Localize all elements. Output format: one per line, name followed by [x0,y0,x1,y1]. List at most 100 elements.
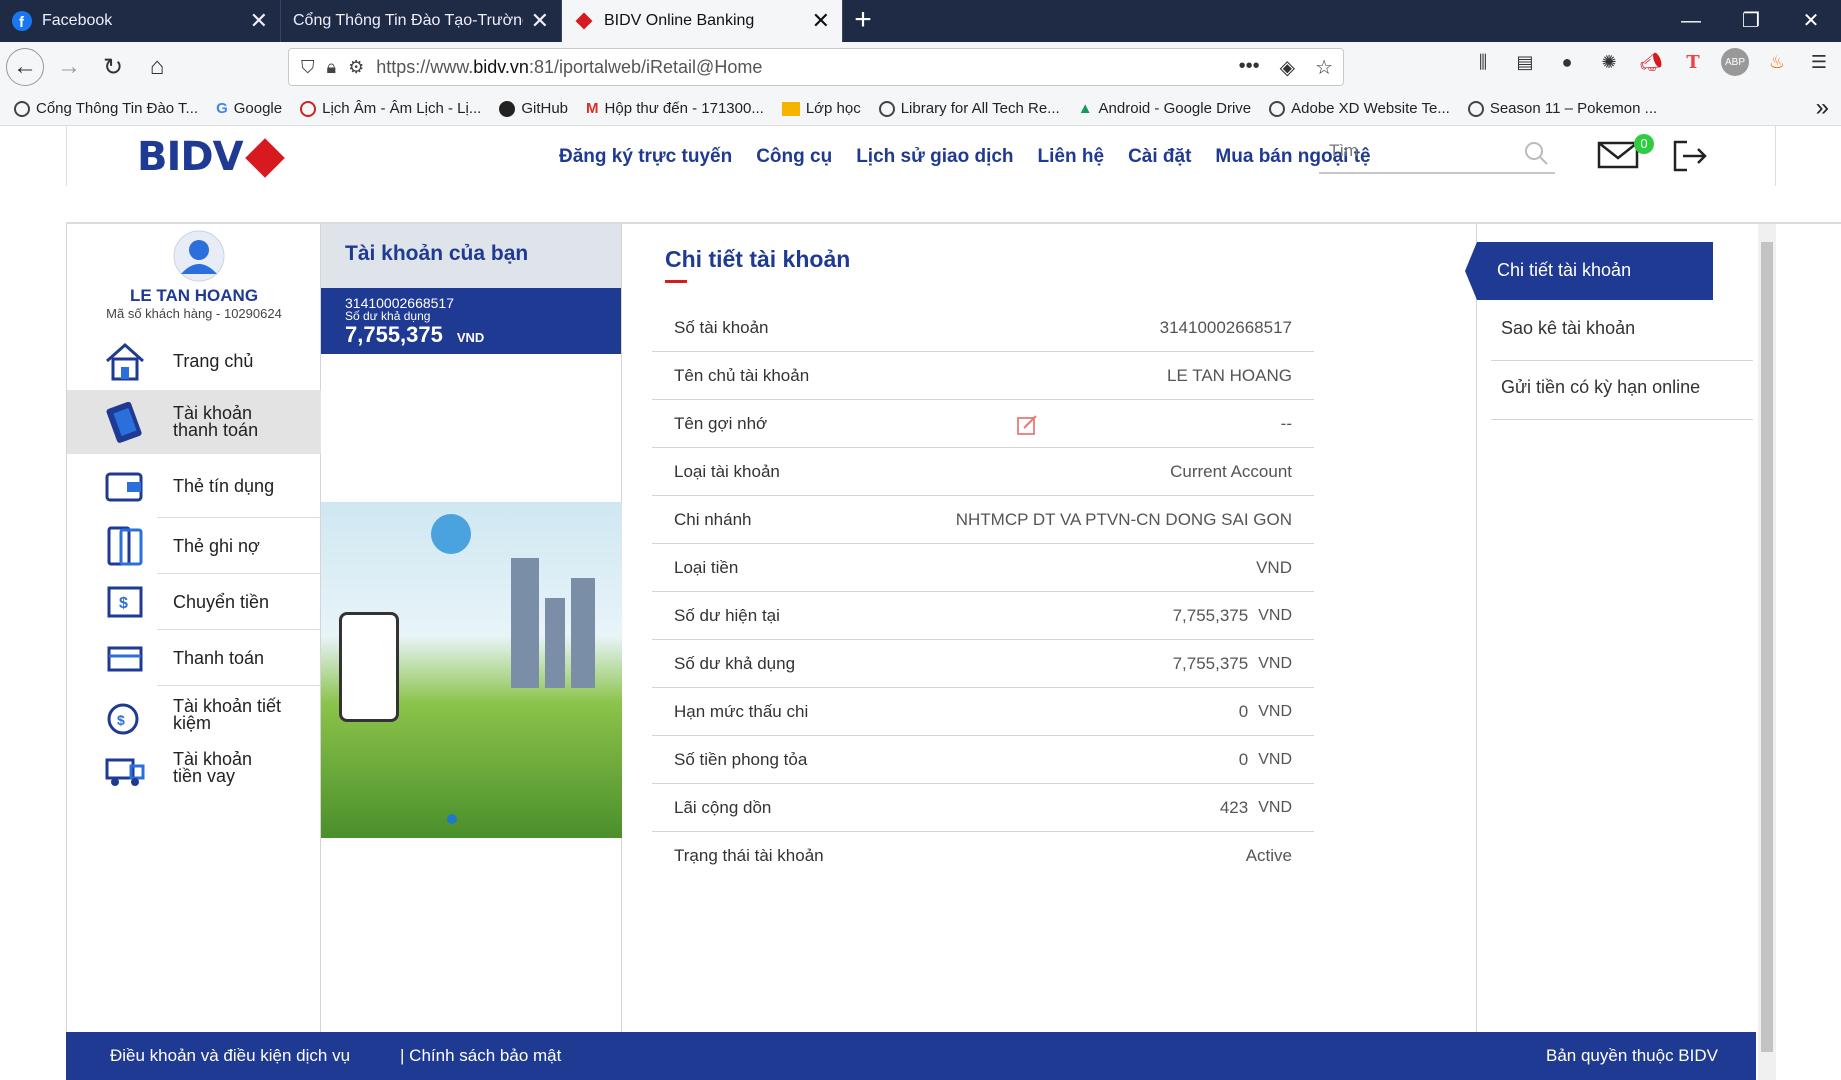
fire-icon[interactable]: ♨ [1763,48,1791,76]
detail-row: Lãi cộng dồn 423 VND [652,784,1314,832]
detail-row: Số tài khoản 31410002668517 [652,304,1314,352]
lock-icon[interactable]: 🔒︎ [327,57,337,78]
debit-card-icon [107,526,143,566]
search-input[interactable] [1319,136,1509,166]
edit-icon[interactable] [1016,414,1038,436]
submenu-item-term-deposit[interactable]: Gửi tiền có kỳ hạn online [1491,361,1753,420]
account-card[interactable]: 31410002668517 Số dư khả dụng 7,755,375 V… [321,288,621,354]
menu-icon[interactable]: ☰ [1805,48,1833,76]
svg-text:$: $ [117,712,125,728]
minimize-icon[interactable]: — [1661,0,1721,42]
scrollbar-thumb[interactable] [1761,242,1773,1052]
balance-label: Số dư khả dụng [345,309,431,323]
svg-text:$: $ [119,595,128,612]
menu-history[interactable]: Lịch sử giao dịch [856,146,1013,168]
forward-button[interactable]: → [50,48,88,86]
bookmark-item[interactable]: M Hộp thư đến - 171300... [586,100,764,117]
balloon-illustration [431,514,471,554]
classroom-icon [781,101,800,116]
building-shape [545,598,565,688]
close-tab-icon[interactable]: ✕ [531,8,549,34]
detail-row: Tên gợi nhớ -- [652,400,1314,448]
close-window-icon[interactable]: ✕ [1781,0,1841,42]
sidebar: LE TAN HOANG Mã số khách hàng - 10290624… [67,224,321,1080]
bookmark-item[interactable]: ▲ Android - Google Drive [1078,100,1251,117]
sidebar-item-checking-account[interactable]: Tài khoản thanh toán [67,390,321,454]
terms-link[interactable]: Điều khoản và điều kiện dịch vụ [110,1046,350,1066]
sidebar-item-home[interactable]: Trang chủ [67,332,321,390]
submenu-item-active[interactable]: Chi tiết tài khoản [1465,242,1713,300]
library-icon[interactable]: ⫼ [1469,48,1497,76]
building-shape [571,578,595,688]
account-icon[interactable]: ● [1553,48,1581,76]
back-button[interactable]: ← [6,48,44,86]
close-tab-icon[interactable]: ✕ [812,8,830,34]
new-tab-button[interactable]: + [843,0,883,42]
more-icon[interactable]: ••• [1239,55,1260,80]
menu-register[interactable]: Đăng ký trực tuyến [559,146,732,168]
user-name: LE TAN HOANG [129,286,259,305]
bookmarks-overflow-icon[interactable]: » [1816,94,1829,122]
sidebar-icon[interactable]: ▤ [1511,48,1539,76]
globe-icon [1269,100,1286,117]
bookmark-item[interactable]: Season 11 – Pokemon ... [1467,100,1657,117]
detail-row: Loại tài khoản Current Account [652,448,1314,496]
tab-bidv[interactable]: BIDV Online Banking ✕ [562,0,843,42]
browser-tab-bar: f Facebook ✕ Cổng Thông Tin Đào Tạo-Trườ… [0,0,1841,42]
sidebar-item-debit-card[interactable]: Thẻ ghi nợ [67,518,321,574]
sidebar-item-loan[interactable]: Tài khoản tiền vay [67,744,321,792]
url-bar[interactable]: ⛉ 🔒︎ ⚙ https://www.bidv.vn:81/iportalweb… [288,48,1344,86]
adblock-icon[interactable]: ABP [1721,48,1749,76]
sidebar-item-payment[interactable]: Thanh toán [67,630,321,686]
banner-dot[interactable] [447,814,457,824]
sidebar-item-label: Thanh toán [173,647,265,668]
extension-globe-icon[interactable]: ✺ [1595,48,1623,76]
menu-contact[interactable]: Liên hệ [1038,146,1105,168]
logout-icon[interactable] [1673,140,1707,172]
bookmark-item[interactable]: Library for All Tech Re... [878,100,1060,117]
page-scrollbar[interactable] [1758,224,1776,1080]
submenu-item-statement[interactable]: Sao kê tài khoản [1491,302,1753,361]
megaphone-icon[interactable]: 📣︎ [1637,48,1665,76]
close-tab-icon[interactable]: ✕ [250,8,268,34]
detail-row: Số dư hiện tại 7,755,375 VND [652,592,1314,640]
shield-icon[interactable]: ⛉ [301,57,315,78]
globe-icon [1467,100,1484,117]
sidebar-item-transfer[interactable]: $ Chuyển tiền [67,574,321,630]
avatar [173,230,225,282]
t-extension-icon[interactable]: T [1679,48,1707,76]
bookmarks-bar: Cổng Thông Tin Đào T... G Google Lịch Âm … [0,92,1841,126]
sidebar-nav: Trang chủ Tài khoản thanh toán Thẻ tín d… [67,332,321,792]
bookmark-item[interactable]: Cổng Thông Tin Đào T... [14,100,198,117]
customer-code: Mã số khách hàng - 10290624 [106,306,282,321]
restore-icon[interactable]: ❐ [1721,0,1781,42]
star-icon[interactable]: ☆ [1315,55,1333,80]
menu-settings[interactable]: Cài đặt [1128,146,1191,168]
home-button[interactable]: ⌂ [138,48,176,86]
reload-button[interactable]: ↻ [94,48,132,86]
menu-tools[interactable]: Công cụ [756,146,832,168]
promo-banner[interactable] [321,502,622,838]
transfer-icon: $ [107,586,143,618]
permissions-icon[interactable]: ⚙ [348,57,364,78]
savings-icon: $ [107,703,139,735]
detail-row: Số tiền phong tỏa 0 VND [652,736,1314,784]
bookmark-item[interactable]: G Google [216,100,282,117]
tab-dao-tao[interactable]: Cổng Thông Tin Đào Tạo-Trường Đ ✕ [281,0,562,42]
bookmark-item[interactable]: Lịch Âm - Âm Lịch - Lị... [300,100,481,117]
bookmark-item[interactable]: Lớp học [781,100,861,117]
bookmark-item[interactable]: GitHub [499,100,568,117]
gmail-icon: M [586,100,599,117]
bookmark-item[interactable]: Adobe XD Website Te... [1269,100,1450,117]
privacy-link[interactable]: | Chính sách bảo mật [400,1046,561,1066]
sidebar-item-label: Chuyển tiền [173,591,270,612]
accounts-column: Tài khoản của bạn 31410002668517 Số dư k… [321,224,622,1080]
bidv-logo[interactable]: BIDV [137,134,285,180]
search-icon[interactable] [1523,140,1549,166]
tab-facebook[interactable]: f Facebook ✕ [0,0,281,42]
submenu-items: Sao kê tài khoản Gửi tiền có kỳ hạn onli… [1491,302,1753,420]
pocket-icon[interactable]: ◈ [1280,55,1295,80]
sidebar-item-credit-card[interactable]: Thẻ tín dụng [67,454,321,518]
sidebar-item-savings[interactable]: $ Tài khoản tiết kiệm [67,686,321,744]
facebook-icon: f [12,11,32,31]
